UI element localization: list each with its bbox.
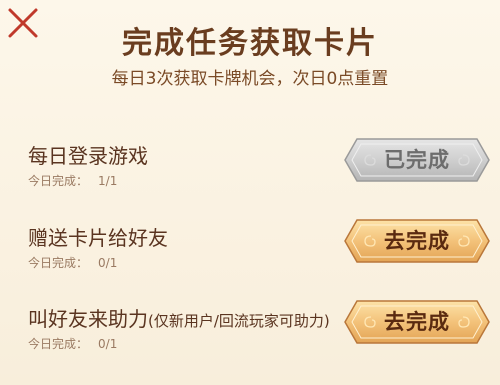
task-title: 叫好友来助力(仅新用户/回流玩家可助力) (28, 303, 330, 332)
task-title-text: 赠送卡片给好友 (28, 226, 168, 250)
task-progress: 今日完成： 0/1 (28, 254, 117, 271)
task-progress: 今日完成： 0/1 (28, 335, 117, 352)
button-label: 去完成 (384, 310, 450, 334)
task-progress-label: 今日完成： (28, 256, 89, 270)
task-title: 每日登录游戏 (28, 140, 148, 169)
task-title: 赠送卡片给好友 (28, 222, 168, 251)
button-label: 去完成 (384, 229, 450, 253)
task-title-text: 叫好友来助力 (28, 307, 148, 331)
task-title-text: 每日登录游戏 (28, 144, 148, 168)
task-row-gift-card: 赠送卡片给好友 今日完成： 0/1 去完成 (0, 219, 500, 282)
go-complete-button[interactable]: 去完成 (343, 216, 491, 266)
task-progress-value: 1/1 (98, 174, 118, 188)
task-progress-label: 今日完成： (28, 337, 89, 351)
task-row-daily-login: 每日登录游戏 今日完成： 1/1 已完成 (0, 138, 500, 200)
task-title-note: (仅新用户/回流玩家可助力) (148, 312, 330, 330)
task-progress-value: 0/1 (98, 337, 118, 351)
page-subtitle: 每日3次获取卡牌机会，次日0点重置 (111, 69, 389, 89)
task-progress-value: 0/1 (98, 256, 118, 270)
button-label: 已完成 (384, 148, 450, 172)
task-progress-label: 今日完成： (28, 174, 89, 188)
go-complete-button[interactable]: 去完成 (343, 297, 491, 347)
task-progress: 今日完成： 1/1 (28, 172, 117, 189)
page-title: 完成任务获取卡片 (122, 26, 378, 61)
completed-button[interactable]: 已完成 (343, 135, 491, 185)
task-row-invite-friends: 叫好友来助力(仅新用户/回流玩家可助力) 今日完成： 0/1 去完成 (0, 300, 500, 363)
task-panel: 完成任务获取卡片 每日3次获取卡牌机会，次日0点重置 每日登录游戏 今日完成： 1… (0, 0, 500, 385)
